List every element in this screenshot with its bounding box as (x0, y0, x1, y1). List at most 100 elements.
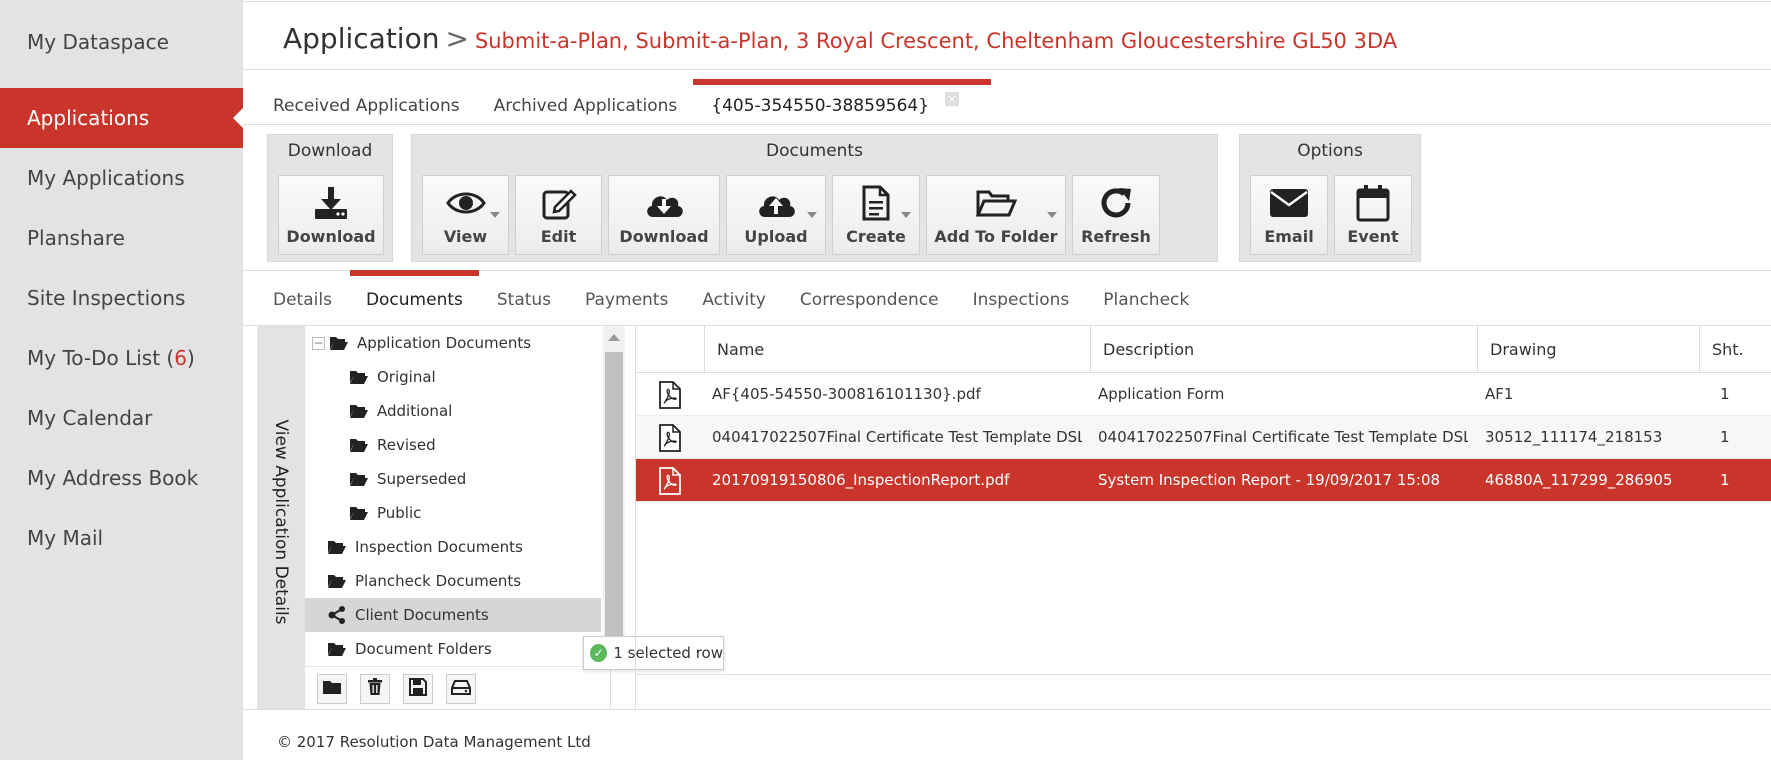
top-divider (243, 1, 1771, 2)
table-row[interactable]: AF{405-54550-300816101130}.pdf Applicati… (636, 373, 1771, 416)
hard-drive-icon (451, 679, 471, 699)
download-tray-icon (279, 184, 383, 222)
refresh-button[interactable]: Refresh (1072, 175, 1160, 255)
table-row[interactable]: 040417022507Final Certificate Test Templ… (636, 416, 1771, 459)
view-application-details-toggle[interactable]: View Application Details (257, 326, 305, 710)
tab-documents[interactable]: Documents (349, 270, 479, 310)
edit-button[interactable]: Edit (515, 175, 602, 255)
document-download-button[interactable]: Download (608, 175, 720, 255)
upload-button[interactable]: Upload (726, 175, 826, 255)
breadcrumb: Application > Submit-a-Plan, Submit-a-Plan… (283, 22, 1397, 55)
tab-status[interactable]: Status (497, 290, 551, 310)
delete-button[interactable] (360, 674, 390, 704)
application-tabs: Received Applications Archived Applicati… (273, 79, 993, 126)
header-sht[interactable]: Sht. (1699, 326, 1771, 373)
tree-node-document-folders[interactable]: Document Folders (327, 632, 601, 666)
trash-icon (367, 678, 383, 700)
email-button[interactable]: Email (1250, 175, 1328, 255)
chevron-down-icon (490, 212, 500, 218)
sidebar-item-my-todo-list[interactable]: My To-Do List (6) (0, 328, 243, 388)
add-to-folder-button[interactable]: Add To Folder (926, 175, 1066, 255)
header-drawing[interactable]: Drawing (1477, 326, 1699, 373)
header-name[interactable]: Name (704, 326, 1090, 373)
tree-node-public[interactable]: Public (349, 496, 601, 530)
save-button[interactable] (403, 674, 433, 704)
pdf-icon (658, 424, 682, 456)
envelope-icon (1251, 184, 1327, 222)
sidebar-item-my-mail[interactable]: My Mail (0, 508, 243, 568)
footer-divider (243, 709, 1771, 710)
tab-inspections[interactable]: Inspections (973, 290, 1070, 310)
drive-button[interactable] (446, 674, 476, 704)
sidebar-item-my-applications[interactable]: My Applications (0, 148, 243, 208)
tab-current-application[interactable]: {405-354550-38859564} × (693, 79, 991, 116)
sidebar-item-my-dataspace[interactable]: My Dataspace (0, 12, 243, 72)
sidebar-item-site-inspections[interactable]: Site Inspections (0, 268, 243, 328)
collapse-icon[interactable]: − (312, 337, 325, 350)
tree-node-plancheck-documents[interactable]: Plancheck Documents (327, 564, 601, 598)
row-sht: 1 (1720, 428, 1730, 446)
detail-tabs: Details Documents Status Payments Activi… (273, 270, 1223, 318)
application-location: Submit-a-Plan, Submit-a-Plan, 3 Royal Cr… (474, 29, 1398, 53)
event-button[interactable]: Event (1334, 175, 1412, 255)
calendar-icon (1335, 184, 1411, 222)
header-icon-column (636, 326, 704, 373)
row-drawing: 46880A_117299_286905 (1485, 471, 1673, 489)
header-description[interactable]: Description (1090, 326, 1477, 373)
row-description: Application Form (1098, 385, 1225, 403)
row-name: AF{405-54550-300816101130}.pdf (712, 385, 981, 403)
tree-node-superseded[interactable]: Superseded (349, 462, 601, 496)
page-title: Application (283, 22, 440, 55)
sidebar-item-planshare[interactable]: Planshare (0, 208, 243, 268)
tab-correspondence[interactable]: Correspondence (800, 290, 939, 310)
sidebar-item-my-calendar[interactable]: My Calendar (0, 388, 243, 448)
tab-details[interactable]: Details (273, 290, 332, 310)
share-icon (327, 606, 347, 624)
view-button[interactable]: View (422, 175, 509, 255)
folder-open-icon (327, 641, 347, 657)
close-tab-icon[interactable]: × (945, 92, 960, 106)
folder-open-icon (349, 437, 369, 453)
tab-activity[interactable]: Activity (702, 290, 766, 310)
scroll-up-icon[interactable] (608, 334, 620, 341)
check-circle-icon: ✓ (590, 644, 608, 662)
tabs-divider (243, 124, 1771, 125)
tree-node-original[interactable]: Original (349, 360, 601, 394)
scrollbar-thumb[interactable] (605, 352, 623, 664)
ribbon-options-group: Options Email Event (1239, 134, 1421, 262)
folder-open-icon (329, 335, 349, 351)
ribbon-download-group: Download Download (267, 134, 393, 262)
folder-tree: − Application Documents Original Additio… (305, 326, 625, 710)
edit-icon (516, 184, 601, 222)
row-sht: 1 (1720, 471, 1730, 489)
sidebar-item-my-address-book[interactable]: My Address Book (0, 448, 243, 508)
header-divider (243, 69, 1771, 70)
grid-bottom-divider (636, 674, 1771, 675)
sidebar-item-applications[interactable]: Applications (0, 88, 243, 148)
tab-plancheck[interactable]: Plancheck (1103, 290, 1189, 310)
tree-node-application-documents[interactable]: Application Documents (329, 326, 601, 360)
create-button[interactable]: Create (832, 175, 920, 255)
table-row-selected[interactable]: 20170919150806_InspectionReport.pdf Syst… (636, 459, 1771, 502)
tab-received-applications[interactable]: Received Applications (273, 96, 460, 116)
tree-node-additional[interactable]: Additional (349, 394, 601, 428)
folder-open-icon (349, 403, 369, 419)
tree-node-inspection-documents[interactable]: Inspection Documents (327, 530, 601, 564)
footer-copyright: © 2017 Resolution Data Management Ltd (277, 733, 591, 751)
new-folder-button[interactable] (317, 674, 347, 704)
tree-scrollbar[interactable] (603, 326, 625, 664)
tab-payments[interactable]: Payments (585, 290, 668, 310)
tab-archived-applications[interactable]: Archived Applications (494, 96, 678, 116)
tree-node-revised[interactable]: Revised (349, 428, 601, 462)
breadcrumb-separator: > (445, 22, 469, 55)
chevron-down-icon (1047, 212, 1057, 218)
folder-open-icon (327, 573, 347, 589)
tree-toolbar-divider (305, 666, 588, 667)
pdf-icon (658, 381, 682, 413)
ribbon-group-title: Documents (766, 141, 863, 161)
row-drawing: 30512_111174_218153 (1485, 428, 1663, 446)
tree-node-client-documents[interactable]: Client Documents (305, 598, 601, 632)
row-name: 040417022507Final Certificate Test Templ… (712, 428, 1082, 446)
main-panel: Application > Submit-a-Plan, Submit-a-Plan… (243, 0, 1771, 760)
download-button[interactable]: Download (278, 175, 384, 255)
